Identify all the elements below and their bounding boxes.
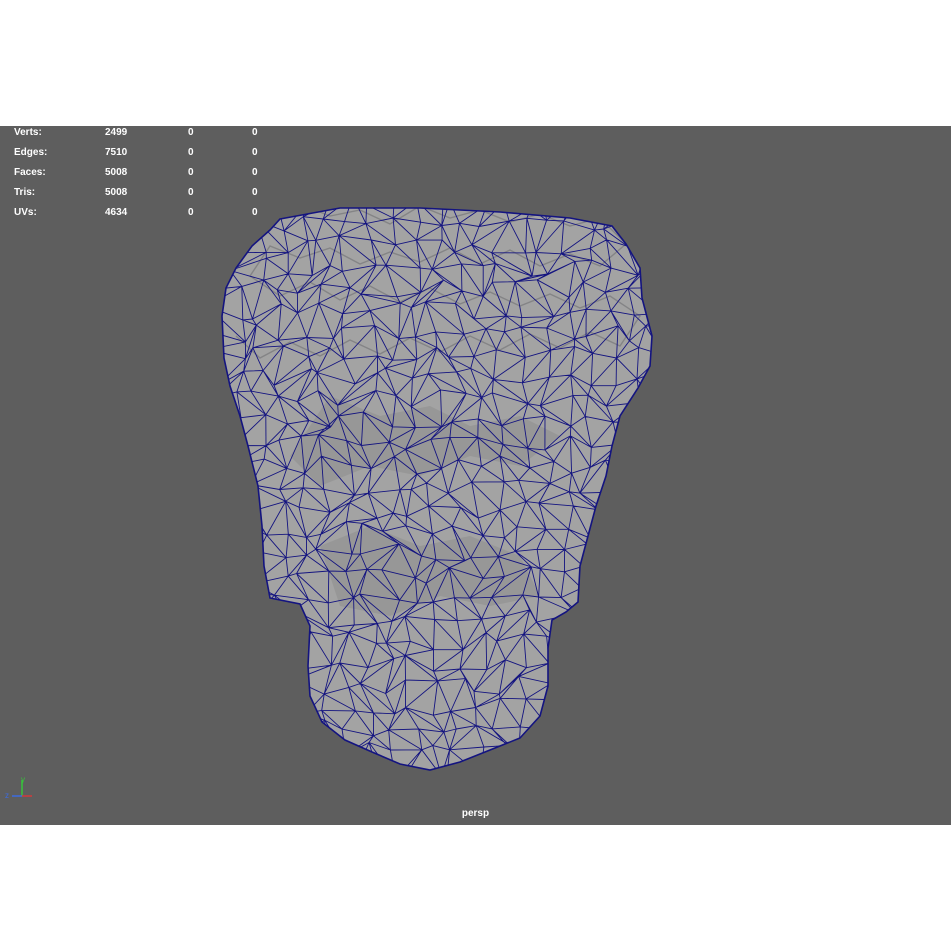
hud-total: 7510	[105, 147, 128, 158]
z-axis-label: z	[5, 791, 9, 800]
hud-row-faces: Faces: 5008 0 0	[14, 166, 274, 186]
hud-label: Tris:	[14, 187, 36, 198]
hud-selected: 0	[188, 147, 194, 158]
hud-row-uvs: UVs: 4634 0 0	[14, 206, 274, 226]
hud-highlighted: 0	[252, 187, 258, 198]
hud-total: 5008	[105, 167, 128, 178]
perspective-viewport[interactable]: Verts: 2499 0 0 Edges: 7510 0 0 Faces: 5008 0 0 Tris…	[0, 126, 951, 825]
hud-selected: 0	[188, 127, 194, 138]
hud-label: Edges:	[14, 147, 48, 158]
hud-total: 5008	[105, 187, 128, 198]
camera-name-label: persp	[461, 808, 490, 819]
hud-selected: 0	[188, 167, 194, 178]
hud-selected: 0	[188, 187, 194, 198]
hud-highlighted: 0	[252, 127, 258, 138]
hud-highlighted: 0	[252, 147, 258, 158]
hud-selected: 0	[188, 207, 194, 218]
axis-gizmo: y z	[5, 775, 32, 800]
hud-label: UVs:	[14, 207, 37, 218]
hud-highlighted: 0	[252, 167, 258, 178]
hud-row-edges: Edges: 7510 0 0	[14, 146, 274, 166]
hud-total: 2499	[105, 127, 128, 138]
hud-label: Faces:	[14, 167, 46, 178]
hud-total: 4634	[105, 207, 128, 218]
hud-row-verts: Verts: 2499 0 0	[14, 126, 274, 146]
y-axis-label: y	[21, 775, 25, 784]
poly-count-hud: Verts: 2499 0 0 Edges: 7510 0 0 Faces: 5008 0 0 Tris…	[14, 126, 274, 226]
hud-highlighted: 0	[252, 207, 258, 218]
sculpted-head-mesh[interactable]	[0, 126, 951, 825]
hud-label: Verts:	[14, 127, 42, 138]
hud-row-tris: Tris: 5008 0 0	[14, 186, 274, 206]
